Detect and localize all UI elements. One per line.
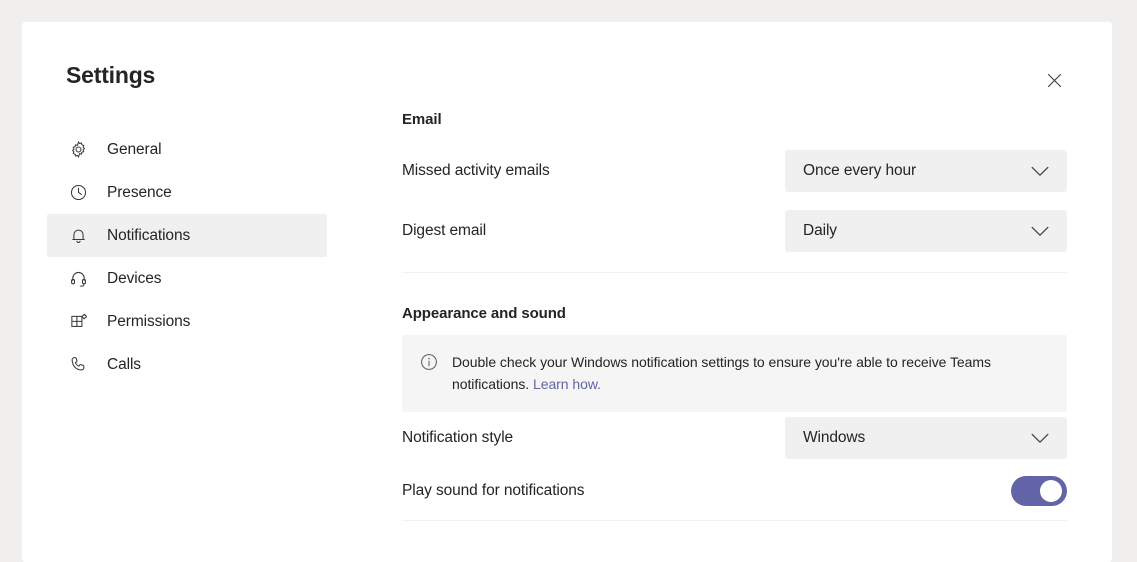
clock-icon [68, 183, 88, 203]
info-icon [420, 353, 438, 371]
digest-email-dropdown[interactable]: Daily [785, 210, 1067, 252]
dropdown-value: Daily [803, 222, 837, 239]
sidebar-item-label: General [107, 140, 162, 158]
sidebar-item-label: Devices [107, 269, 162, 287]
setting-label: Digest email [402, 222, 487, 239]
chevron-down-icon [1031, 433, 1049, 444]
sidebar-item-presence[interactable]: Presence [47, 171, 327, 214]
sidebar-item-label: Calls [107, 355, 141, 373]
dropdown-value: Windows [803, 429, 866, 446]
gear-icon [68, 140, 88, 160]
setting-label: Notification style [402, 429, 514, 446]
setting-label: Missed activity emails [402, 162, 550, 179]
sidebar-item-label: Presence [107, 183, 172, 201]
sidebar-item-devices[interactable]: Devices [47, 257, 327, 300]
section-heading-appearance-and-sound: Appearance and sound [402, 305, 566, 322]
missed-activity-emails-dropdown[interactable]: Once every hour [785, 150, 1067, 192]
learn-how-link[interactable]: Learn how. [533, 376, 601, 392]
section-heading-email: Email [402, 111, 442, 128]
toggle-track [1011, 476, 1067, 506]
dropdown-value: Once every hour [803, 162, 917, 179]
section-divider [402, 520, 1067, 521]
chevron-down-icon [1031, 166, 1049, 177]
settings-dialog: Settings General Presence Notifications … [22, 22, 1112, 562]
setting-label: Play sound for notifications [402, 482, 585, 499]
page-title: Settings [66, 62, 156, 88]
close-icon [1047, 73, 1062, 88]
sidebar-item-label: Notifications [107, 226, 191, 244]
notification-style-dropdown[interactable]: Windows [785, 417, 1067, 459]
setting-row-missed-activity-emails: Missed activity emails Once every hour [402, 150, 1067, 192]
sidebar-item-permissions[interactable]: Permissions [47, 300, 327, 343]
setting-row-digest-email: Digest email Daily [402, 210, 1067, 252]
setting-row-play-sound-for-notifications: Play sound for notifications [402, 470, 1067, 512]
bell-icon [68, 226, 88, 246]
close-button[interactable] [1038, 64, 1070, 96]
sidebar-item-calls[interactable]: Calls [47, 343, 327, 386]
windows-notification-info-banner: Double check your Windows notification s… [402, 335, 1067, 412]
headset-icon [68, 269, 88, 289]
sidebar-item-general[interactable]: General [47, 128, 327, 171]
sidebar-item-notifications[interactable]: Notifications [47, 214, 327, 257]
app-grid-icon [68, 312, 88, 332]
play-sound-toggle[interactable] [1010, 476, 1067, 506]
phone-icon [68, 355, 88, 375]
sidebar-item-label: Permissions [107, 312, 191, 330]
setting-row-notification-style: Notification style Windows [402, 417, 1067, 459]
info-banner-text: Double check your Windows notification s… [452, 351, 1049, 395]
section-divider [402, 272, 1067, 273]
settings-sidebar: General Presence Notifications Devices P… [47, 128, 327, 386]
toggle-thumb [1040, 480, 1062, 502]
chevron-down-icon [1031, 226, 1049, 237]
